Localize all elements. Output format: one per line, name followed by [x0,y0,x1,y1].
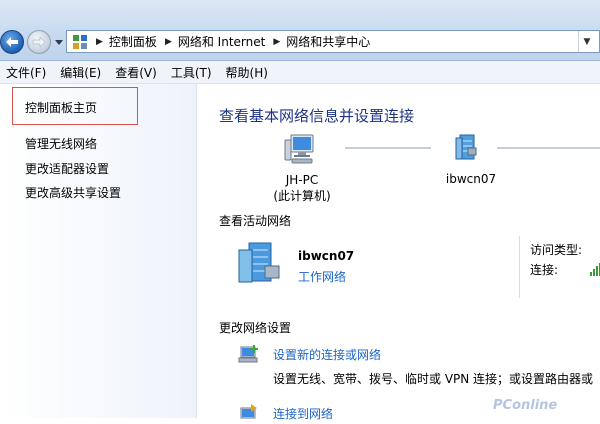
back-arrow-icon [6,37,18,47]
forward-button[interactable] [27,30,51,54]
breadcrumb-control-panel[interactable]: 控制面板 [109,33,157,50]
menu-help[interactable]: 帮助(H) [219,64,275,81]
address-path-box[interactable]: ▶ 控制面板 ▶ 网络和 Internet ▶ 网络和共享中心 ▼ [66,30,600,53]
menu-tools[interactable]: 工具(T) [164,64,219,81]
computer-icon[interactable] [284,134,316,164]
connection-label: 连接: [530,263,559,277]
connect-to-network-link[interactable]: 连接到网络 [273,405,333,422]
change-adapter-link[interactable]: 更改适配器设置 [25,160,109,177]
computer-sub-label: (此计算机) [273,189,331,203]
chevron-down-icon: ▼ [583,36,591,47]
breadcrumb-network-internet[interactable]: 网络和 Internet [178,33,265,50]
computer-label: JH-PC (此计算机) [261,172,343,204]
network-type-link[interactable]: 工作网络 [298,268,346,285]
setup-connection-link[interactable]: 设置新的连接或网络 [273,346,381,363]
breadcrumb-separator-icon: ▶ [273,36,281,47]
breadcrumb-separator-icon: ▶ [96,36,103,47]
active-network-name: ibwcn07 [298,249,355,263]
menu-edit[interactable]: 编辑(E) [53,64,108,81]
active-network-icon [238,242,280,283]
change-settings-heading: 更改网络设置 [219,321,292,335]
menu-view[interactable]: 查看(V) [108,64,164,81]
back-button[interactable] [0,30,24,54]
computer-name: JH-PC [285,173,319,187]
history-dropdown-icon[interactable] [54,37,64,47]
address-toolbar: ▶ 控制面板 ▶ 网络和 Internet ▶ 网络和共享中心 ▼ [0,0,600,61]
breadcrumb-separator-icon: ▶ [164,36,172,47]
network-icon[interactable] [455,134,477,160]
internet-connection-line [497,147,600,149]
address-dropdown-button[interactable]: ▼ [578,31,595,52]
page-title: 查看基本网络信息并设置连接 [219,107,415,125]
forward-arrow-icon [32,36,46,48]
connection-line [345,147,431,149]
control-panel-home-link[interactable]: 控制面板主页 [25,99,97,116]
network-map-name: ibwcn07 [445,172,497,186]
breadcrumb-item[interactable]: ▶ 网络和 Internet [157,33,265,50]
control-panel-icon [73,34,87,49]
breadcrumb-item[interactable]: ▶ 网络和共享中心 [265,33,370,50]
setup-connection-description: 设置无线、宽带、拨号、临时或 VPN 连接；或设置路由器或 [273,372,594,386]
new-connection-icon [238,345,258,363]
menu-file[interactable]: 文件(F) [0,64,53,81]
active-networks-heading: 查看活动网络 [219,214,292,228]
menu-bar: 文件(F) 编辑(E) 查看(V) 工具(T) 帮助(H) [0,61,600,84]
breadcrumb-sharing-center[interactable]: 网络和共享中心 [286,33,370,50]
breadcrumb-item[interactable]: ▶ 控制面板 [88,33,157,50]
access-type-label: 访问类型: [530,243,583,257]
wifi-signal-icon[interactable] [590,262,600,276]
left-nav-pane: 控制面板主页 管理无线网络 更改适配器设置 更改高级共享设置 [0,84,197,418]
advanced-sharing-link[interactable]: 更改高级共享设置 [25,184,121,201]
main-content: 查看基本网络信息并设置连接 JH-PC (此计算机) ibwcn07 查看活动网… [197,84,600,421]
connect-network-icon [240,404,257,419]
watermark: PConline [493,398,558,413]
manage-wireless-link[interactable]: 管理无线网络 [25,135,97,152]
divider [519,236,520,298]
